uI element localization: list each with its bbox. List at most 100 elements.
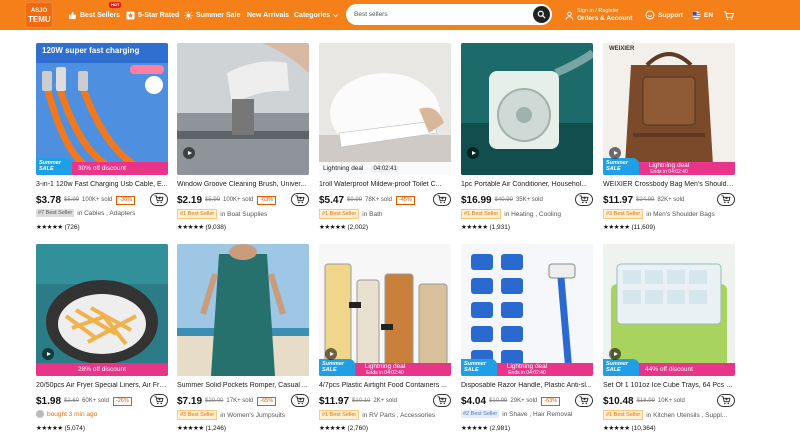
product-card[interactable]: Window Groove Cleaning Brush, Univer... … — [177, 43, 309, 231]
product-image[interactable]: 120W super fast charging 30% off discoun… — [36, 43, 168, 175]
product-card[interactable]: 120W super fast charging 30% off discoun… — [36, 43, 168, 231]
category-link[interactable]: in Shave , Hair Removal — [502, 411, 572, 418]
add-to-cart-button[interactable] — [575, 394, 593, 407]
product-image[interactable] — [177, 244, 309, 376]
best-seller-badge[interactable]: #1 Best Seller — [603, 410, 644, 420]
product-image[interactable] — [177, 43, 309, 175]
rating-row: ★★★★★ (1,246) — [177, 424, 226, 432]
video-play-button[interactable] — [609, 348, 621, 360]
review-count: (1,931) — [489, 224, 511, 231]
sold-count: 17K+ sold — [226, 398, 254, 404]
product-card[interactable]: Summer Solid Pockets Romper, Casual ... … — [177, 244, 309, 432]
play-icon — [613, 151, 618, 155]
product-image[interactable]: Lightning deal Ends in 04:02:40 Summer SAL… — [319, 244, 451, 376]
search-input[interactable] — [354, 7, 524, 22]
best-seller-badge[interactable]: #1 Best Seller — [319, 410, 360, 420]
add-to-cart-button[interactable] — [717, 394, 735, 407]
sold-count: 82K+ sold — [657, 197, 685, 203]
best-seller-badge[interactable]: #3 Best Seller — [177, 410, 218, 420]
category-link[interactable]: in RV Parts , Accessories — [362, 412, 435, 419]
sale-price: $11.97 — [319, 395, 350, 407]
product-title[interactable]: 4/7pcs Plastic Airtight Food Containers … — [319, 382, 451, 389]
best-seller-badge[interactable]: #2 Best Seller — [461, 410, 500, 418]
search-button[interactable] — [533, 6, 550, 23]
rating-row: ★★★★★ (2,981) — [461, 424, 510, 432]
cart-button[interactable] — [723, 0, 734, 30]
category-link[interactable]: in Boat Supplies — [220, 211, 267, 218]
product-image[interactable]: WEIXIER Lightning deal Ends in 04:02:40 S… — [603, 43, 735, 175]
summer-sale-tag: Summer SALE — [603, 158, 639, 175]
cart-plus-icon — [295, 396, 305, 405]
product-card[interactable]: 44% off discount Summer SALE Set Of 1 101… — [603, 244, 735, 432]
best-seller-badge[interactable]: #1 Best Seller — [461, 209, 502, 219]
product-photo — [603, 244, 735, 376]
best-seller-badge[interactable]: #7 Best Seller — [36, 209, 75, 217]
add-to-cart-button[interactable] — [291, 193, 309, 206]
video-play-button[interactable] — [609, 147, 621, 159]
add-to-cart-button[interactable] — [433, 193, 451, 206]
product-card[interactable]: Lightning deal Ends in 04:02:40 Summer SAL… — [461, 244, 593, 432]
add-to-cart-button[interactable] — [575, 193, 593, 206]
nav-best-sellers[interactable]: Best Sellers HOT — [68, 0, 122, 30]
product-title[interactable]: Set Of 1 101oz Ice Cube Trays, 64 Pcs Si… — [603, 382, 735, 389]
add-to-cart-button[interactable] — [150, 394, 168, 407]
product-photo — [603, 43, 735, 175]
sale-price: $2.19 — [177, 194, 203, 206]
product-title[interactable]: 1pc Portable Air Conditioner, Househol..… — [461, 181, 593, 188]
product-card[interactable]: 1pc Portable Air Conditioner, Househol..… — [461, 43, 593, 231]
original-price: $10.99 — [489, 398, 508, 404]
best-seller-badge[interactable]: #3 Best Seller — [603, 209, 644, 219]
temu-logo[interactable]: ASJO TEMU — [25, 2, 53, 28]
video-play-button[interactable] — [325, 348, 337, 360]
product-title[interactable]: 3-in-1 120w Fast Charging Usb Cable, E..… — [36, 181, 168, 188]
product-title[interactable]: Disposable Razor Handle, Plastic Anti-sl… — [461, 382, 593, 389]
top-navigation-bar: ASJO TEMU Best Sellers HOT 5-Star Rated … — [0, 0, 800, 30]
product-image[interactable]: Lightning deal Ends in 04:02:40 Summer SAL… — [461, 244, 593, 376]
shopping-cart-icon — [723, 10, 734, 20]
add-to-cart-button[interactable] — [150, 193, 168, 206]
product-title[interactable]: Summer Solid Pockets Romper, Casual ... — [177, 382, 309, 389]
category-link[interactable]: in Bath — [362, 211, 382, 218]
category-link[interactable]: in Cables , Adapters — [77, 210, 135, 217]
product-title[interactable]: WEIXIER Crossbody Bag Men's Shoulde... — [603, 181, 735, 188]
product-image[interactable]: Lightning deal 04:02:41 — [319, 43, 451, 175]
nav-categories[interactable]: Categories — [294, 0, 339, 30]
product-card[interactable]: Lightning deal 04:02:41 1roll Waterproof … — [319, 43, 451, 231]
product-title[interactable]: Window Groove Cleaning Brush, Univer... — [177, 181, 309, 188]
account-menu[interactable]: Sign in / Register Orders & Account — [565, 0, 632, 30]
add-to-cart-button[interactable] — [433, 394, 451, 407]
discount-banner: 28% off discount — [36, 363, 168, 376]
product-image[interactable] — [461, 43, 593, 175]
nav-new-arrivals[interactable]: New Arrivals — [247, 0, 289, 30]
sold-count: 29K+ sold — [510, 398, 538, 404]
category-link[interactable]: in Heating , Cooling — [504, 211, 561, 218]
product-card[interactable]: WEIXIER Lightning deal Ends in 04:02:40 S… — [603, 43, 735, 231]
product-image[interactable]: 28% off discount — [36, 244, 168, 376]
category-link[interactable]: in Kitchen Utensils , Suppl... — [646, 412, 727, 419]
nav-summer-sale[interactable]: Summer Sale — [184, 0, 240, 30]
best-seller-badge[interactable]: #1 Best Seller — [319, 209, 360, 219]
add-to-cart-button[interactable] — [291, 394, 309, 407]
product-card[interactable]: Lightning deal Ends in 04:02:40 Summer SAL… — [319, 244, 451, 432]
video-play-button[interactable] — [183, 147, 195, 159]
video-play-button[interactable] — [467, 147, 479, 159]
support-label: Support — [658, 11, 683, 19]
product-title[interactable]: 20/50pcs Air Fryer Special Liners, Air F… — [36, 382, 168, 389]
category-link[interactable]: in Men's Shoulder Bags — [646, 211, 714, 218]
price-row: $5.47 $9.99 78K+ sold -45% — [319, 193, 451, 207]
review-count: (2,760) — [347, 425, 369, 432]
language-selector[interactable]: EN — [692, 0, 713, 30]
discount-percent: -65% — [257, 396, 277, 406]
star-rating-icon: ★★★★★ — [319, 224, 346, 231]
nav-five-star-rated[interactable]: 5-Star Rated — [126, 0, 179, 30]
best-seller-badge[interactable]: #1 Best Seller — [177, 209, 218, 219]
support-link[interactable]: Support — [645, 0, 683, 30]
add-to-cart-button[interactable] — [717, 193, 735, 206]
video-play-button[interactable] — [42, 348, 54, 360]
badge-row: #1 Best Seller in Bath — [319, 209, 451, 219]
price-row: $7.19 $20.00 17K+ sold -65% — [177, 394, 309, 408]
product-title[interactable]: 1roll Waterproof Mildew-proof Toilet C..… — [319, 181, 451, 188]
category-link[interactable]: in Women's Jumpsuits — [220, 412, 285, 419]
product-card[interactable]: 28% off discount 20/50pcs Air Fryer Spec… — [36, 244, 168, 432]
product-image[interactable]: 44% off discount Summer SALE — [603, 244, 735, 376]
